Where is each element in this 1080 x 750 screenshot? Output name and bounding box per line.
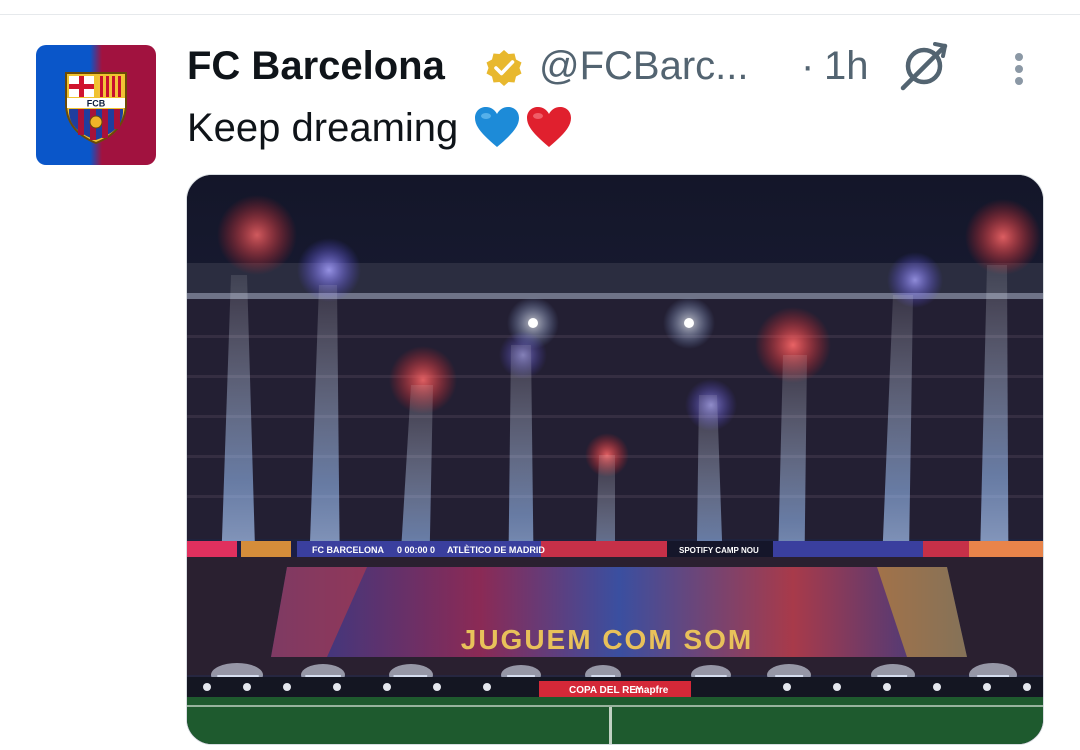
tifo-text: JUGUEM COM SOM: [461, 624, 753, 655]
more-options-icon[interactable]: [1005, 48, 1033, 90]
tweet-media-image[interactable]: FC BARCELONA 0 00:00 0 ATLÈTICO DE MADRI…: [186, 174, 1044, 745]
board-right-text: mapfre: [635, 685, 669, 696]
top-divider: [0, 14, 1080, 15]
fcb-crest-icon: FCB: [65, 72, 127, 145]
led-center-text: SPOTIFY CAMP NOU: [679, 546, 759, 555]
led-left-text: FC BARCELONA: [312, 545, 384, 555]
stadium-photo: FC BARCELONA 0 00:00 0 ATLÈTICO DE MADRI…: [187, 175, 1043, 744]
verified-badge-icon: [486, 50, 522, 86]
led-score-text: 0 00:00 0: [397, 545, 435, 555]
tweet-text-content: Keep dreaming: [187, 106, 459, 150]
board-left-text: COPA DEL REY: [569, 685, 643, 696]
avatar[interactable]: FCB: [36, 45, 156, 165]
author-name[interactable]: FC Barcelona: [187, 40, 445, 92]
author-handle[interactable]: @FCBarc...: [539, 40, 749, 92]
grok-icon[interactable]: [895, 38, 953, 94]
crest-text: FCB: [87, 99, 106, 109]
separator-dot: ·: [801, 44, 815, 88]
tweet-text: Keep dreaming: [187, 102, 573, 154]
blue-heart-icon: [475, 107, 520, 147]
tweet-timestamp[interactable]: 1h: [824, 40, 869, 92]
red-heart-icon: [527, 107, 572, 147]
led-right-text: ATLÈTICO DE MADRID: [447, 545, 545, 555]
tweet-header: FC Barcelona @FCBarc... · 1h: [187, 40, 1047, 92]
